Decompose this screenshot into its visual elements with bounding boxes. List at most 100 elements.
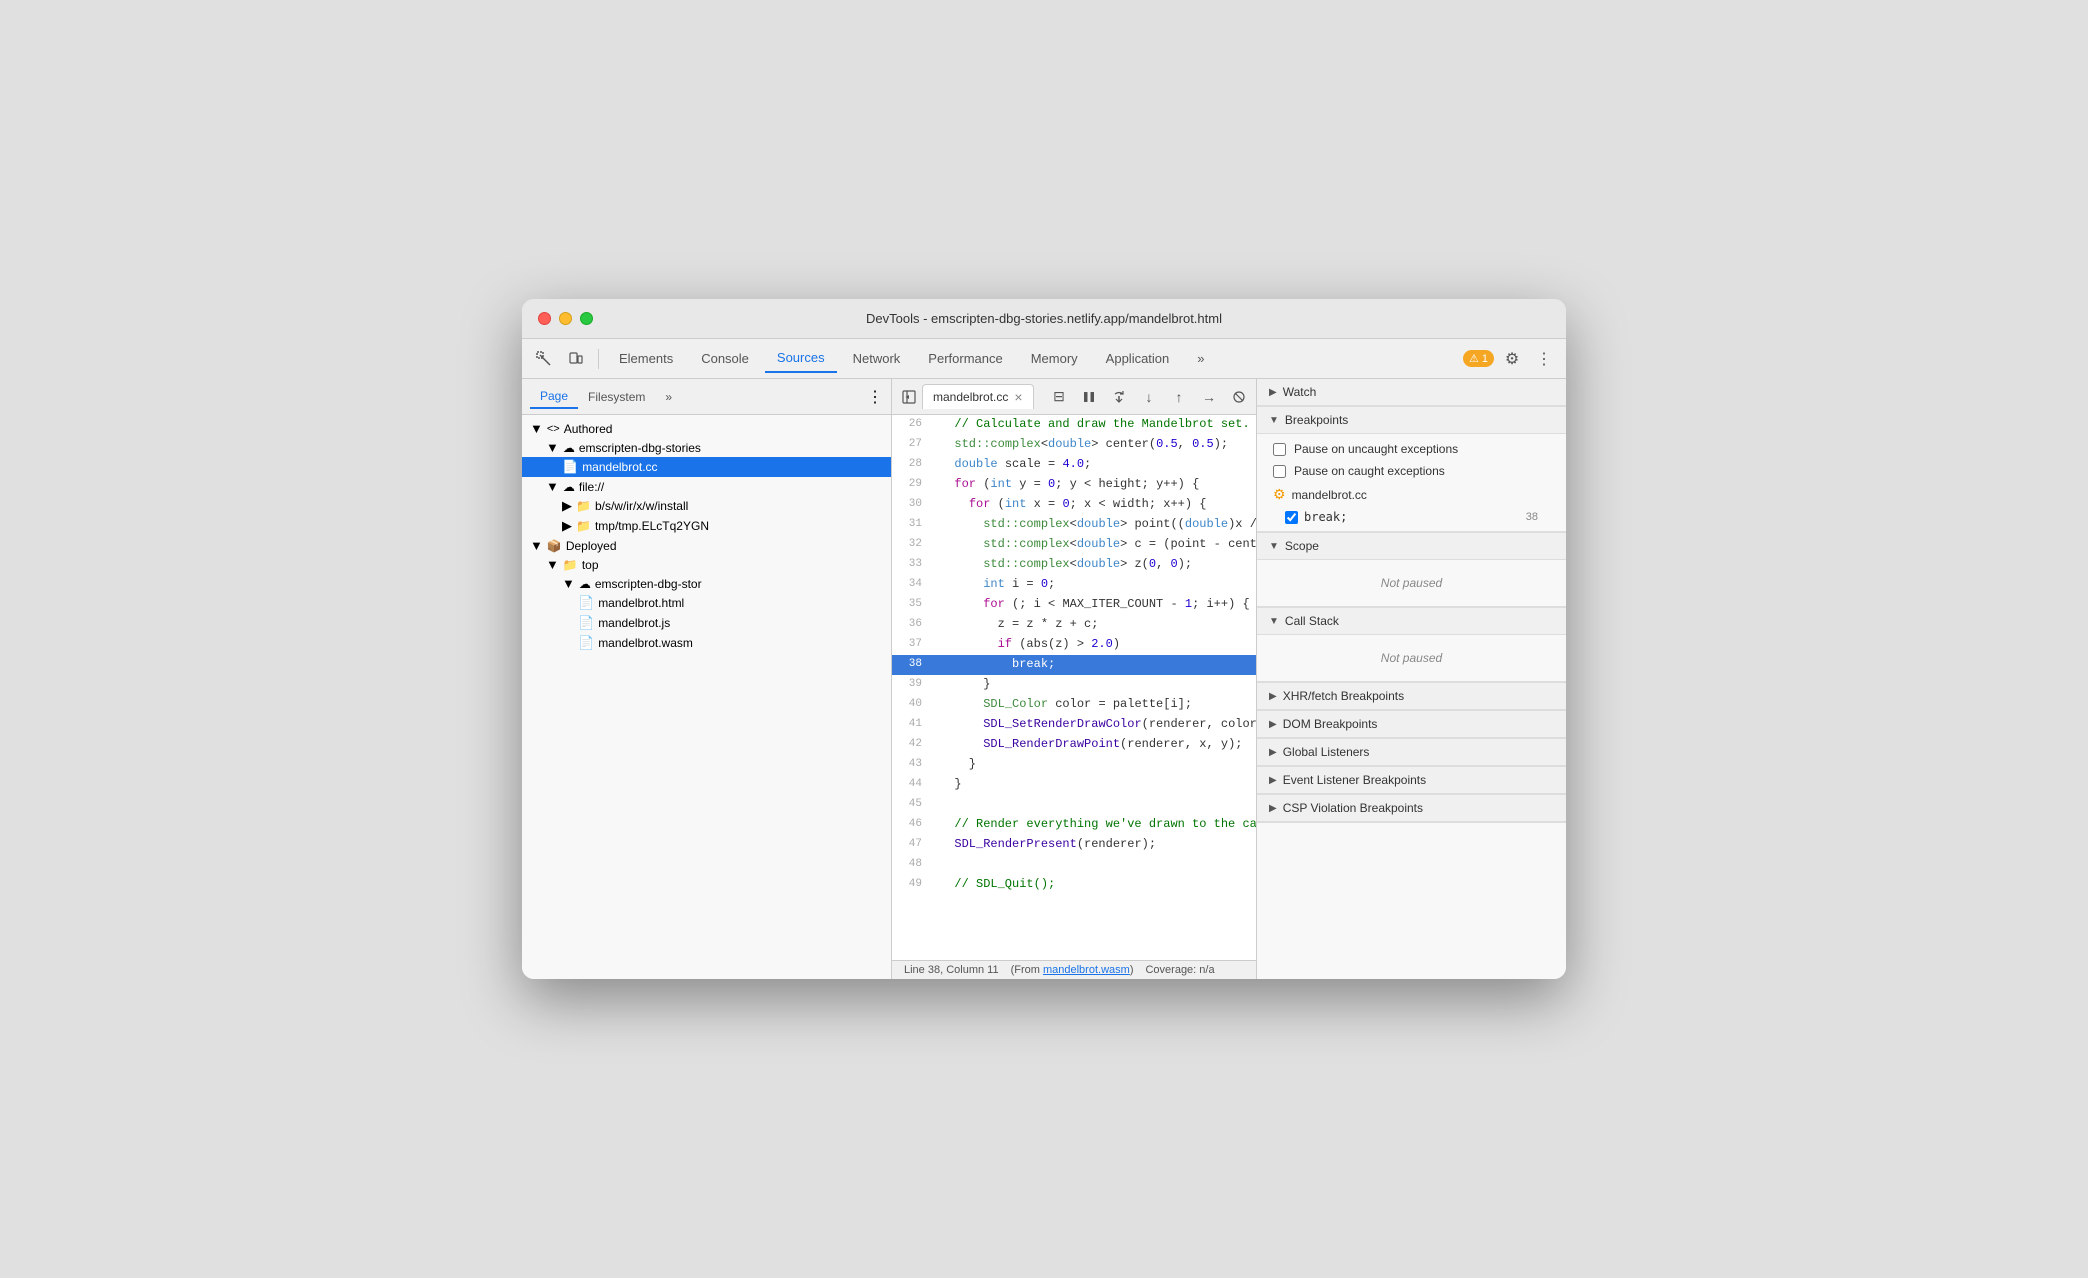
warning-badge[interactable]: ⚠ 1 [1463,350,1494,367]
xhr-header[interactable]: ▶ XHR/fetch Breakpoints [1257,683,1566,710]
maximize-button[interactable] [580,312,593,325]
code-line-43: 43 } [892,755,1256,775]
tree-top[interactable]: ▼ 📁 top [522,555,891,574]
code-line-30: 30 for (int x = 0; x < width; x++) { [892,495,1256,515]
file-tree: ▼ <> Authored ▼ ☁ emscripten-dbg-stories… [522,415,891,979]
watch-section: ▶ Watch [1257,379,1566,407]
expand-icon-3: ▼ [546,479,559,494]
tree-mandelbrot-js[interactable]: 📄 mandelbrot.js [522,613,891,633]
pause-uncaught-label: Pause on uncaught exceptions [1294,442,1458,456]
inspect-icon[interactable] [530,345,558,373]
continue-btn[interactable]: → [1196,384,1222,410]
tree-file[interactable]: ▼ ☁ file:// [522,477,891,496]
tab-application[interactable]: Application [1094,345,1182,373]
mandelbrot-html-label: mandelbrot.html [598,596,684,610]
breakpoints-title: Breakpoints [1285,413,1348,427]
tab-elements[interactable]: Elements [607,345,685,373]
event-listeners-arrow-icon: ▶ [1269,775,1277,786]
tab-more[interactable]: » [655,386,682,408]
call-stack-title: Call Stack [1285,614,1339,628]
deactivate-btn[interactable] [1226,384,1252,410]
close-button[interactable] [538,312,551,325]
more-tabs-btn[interactable]: » [1185,345,1216,373]
tree-tmptmp[interactable]: ▶ 📁 tmp/tmp.ELcTq2YGN [522,516,891,536]
mandelbrot-js-label: mandelbrot.js [598,616,670,630]
code-editor[interactable]: 26 // Calculate and draw the Mandelbrot … [892,415,1256,960]
scope-header[interactable]: ▼ Scope [1257,533,1566,560]
folder-icon-3: 📁 [563,558,578,572]
watch-title: Watch [1283,385,1317,399]
breakpoints-section: ▼ Breakpoints Pause on uncaught exceptio… [1257,407,1566,533]
editor-tab-name: mandelbrot.cc [933,390,1008,404]
cloud-icon-3: ☁ [579,577,591,591]
scope-arrow-icon: ▼ [1269,541,1279,552]
top-label: top [582,558,599,572]
pause-caught-row: Pause on caught exceptions [1257,460,1566,482]
editor-tab-mandelbrot[interactable]: mandelbrot.cc × [922,384,1034,409]
editor-tabs: mandelbrot.cc × ⊟ [892,379,1256,415]
mandelbrot-cc-label: mandelbrot.cc [582,460,657,474]
tab-console[interactable]: Console [689,345,761,373]
csp-header[interactable]: ▶ CSP Violation Breakpoints [1257,795,1566,822]
tab-sources[interactable]: Sources [765,345,837,373]
expand-icon-8: ▼ [562,576,575,591]
tab-performance[interactable]: Performance [916,345,1014,373]
source-info: (From mandelbrot.wasm) [1011,964,1134,976]
tab-network[interactable]: Network [841,345,913,373]
pause-caught-checkbox[interactable] [1273,465,1286,478]
step-into-btn[interactable]: ↓ [1136,384,1162,410]
event-listeners-section: ▶ Event Listener Breakpoints [1257,767,1566,795]
more-options-icon[interactable]: ⋮ [1530,345,1558,373]
source-link[interactable]: mandelbrot.wasm [1043,964,1130,976]
pause-uncaught-row: Pause on uncaught exceptions [1257,438,1566,460]
watch-header[interactable]: ▶ Watch [1257,379,1566,406]
coverage-info: Coverage: n/a [1145,964,1214,976]
global-listeners-header[interactable]: ▶ Global Listeners [1257,739,1566,766]
dom-section: ▶ DOM Breakpoints [1257,711,1566,739]
code-line-40: 40 SDL_Color color = palette[i]; [892,695,1256,715]
bp-break-checkbox[interactable] [1285,511,1298,524]
dom-arrow-icon: ▶ [1269,719,1277,730]
pause-uncaught-checkbox[interactable] [1273,443,1286,456]
device-icon[interactable] [562,345,590,373]
code-line-26: 26 // Calculate and draw the Mandelbrot … [892,415,1256,435]
tree-bswirxwinstall[interactable]: ▶ 📁 b/s/w/ir/x/w/install [522,496,891,516]
bp-item-break: break; 38 [1257,507,1566,527]
tab-filesystem[interactable]: Filesystem [578,386,655,408]
settings-icon[interactable]: ⚙ [1498,345,1526,373]
breakpoints-header[interactable]: ▼ Breakpoints [1257,407,1566,434]
tree-mandelbrot-html[interactable]: 📄 mandelbrot.html [522,593,891,613]
deployed-label: Deployed [566,539,617,553]
emscripten-stor2-label: emscripten-dbg-stor [595,577,702,591]
tree-emscripten-stor2[interactable]: ▼ ☁ emscripten-dbg-stor [522,574,891,593]
tree-mandelbrot-wasm[interactable]: 📄 mandelbrot.wasm [522,633,891,653]
code-line-47: 47 SDL_RenderPresent(renderer); [892,835,1256,855]
dom-header[interactable]: ▶ DOM Breakpoints [1257,711,1566,738]
close-tab-icon[interactable]: × [1014,389,1022,405]
bp-filename: mandelbrot.cc [1292,488,1367,502]
expand-icon: ▼ [530,421,543,436]
tab-page[interactable]: Page [530,385,578,409]
xhr-title: XHR/fetch Breakpoints [1283,689,1404,703]
code-line-49: 49 // SDL_Quit(); [892,875,1256,895]
collapse-left-icon[interactable] [896,384,922,410]
bp-break-line: 38 [1526,511,1538,523]
bp-break-code: break; [1304,510,1520,524]
event-listeners-header[interactable]: ▶ Event Listener Breakpoints [1257,767,1566,794]
tree-options[interactable]: ⋮ [867,387,883,407]
step-out-btn[interactable]: ↑ [1166,384,1192,410]
tree-emscripten-stories[interactable]: ▼ ☁ emscripten-dbg-stories [522,438,891,457]
tab-memory[interactable]: Memory [1019,345,1090,373]
bswirxwinstall-label: b/s/w/ir/x/w/install [595,499,688,513]
file-icon-4: 📄 [578,635,594,651]
step-over-btn[interactable] [1106,384,1132,410]
tree-deployed[interactable]: ▼ 📦 Deployed [522,536,891,555]
traffic-lights [538,312,593,325]
minimize-button[interactable] [559,312,572,325]
call-stack-header[interactable]: ▼ Call Stack [1257,608,1566,635]
code-line-34: 34 int i = 0; [892,575,1256,595]
pause-btn[interactable] [1076,384,1102,410]
tree-authored[interactable]: ▼ <> Authored [522,419,891,438]
collapse-right-icon[interactable]: ⊟ [1046,384,1072,410]
tree-mandelbrot-cc[interactable]: 📄 mandelbrot.cc [522,457,891,477]
